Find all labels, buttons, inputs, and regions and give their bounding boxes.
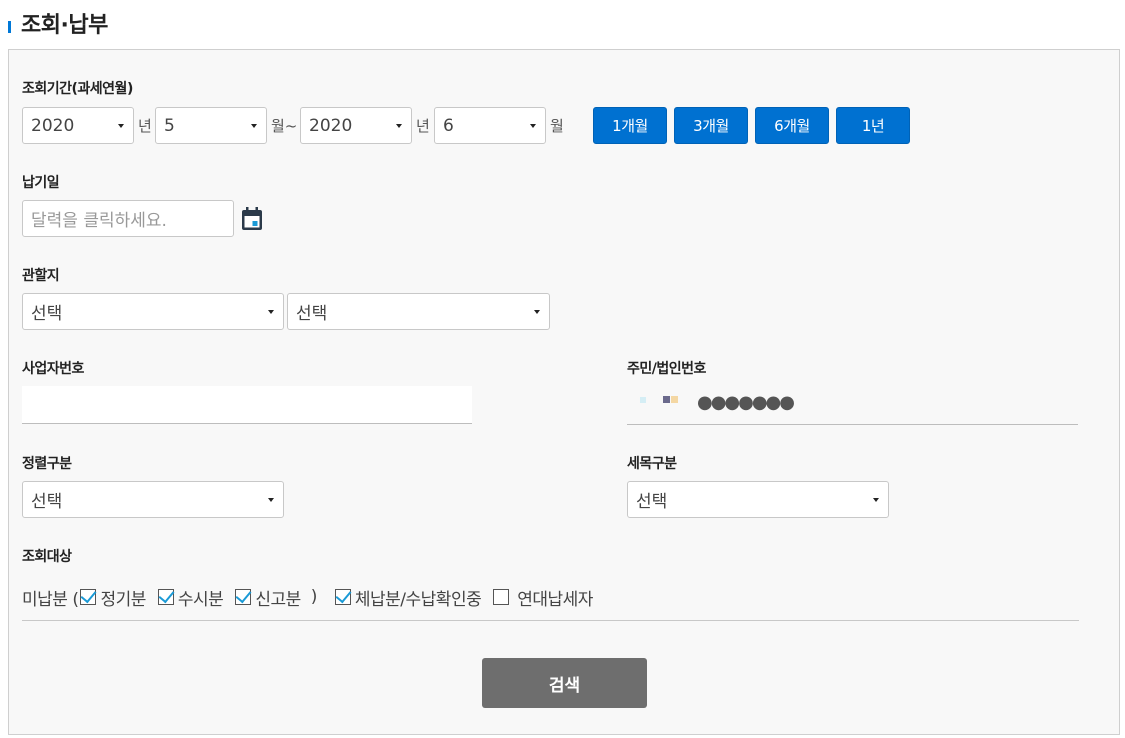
search-panel: 조회기간(과세연월) 2020 년 5 월~ 2020 년 6 월 1개월 3개… (8, 49, 1120, 735)
checkbox-checked-icon (80, 589, 97, 605)
declared-checkbox[interactable]: 신고분 (235, 585, 301, 610)
period-6month-button[interactable]: 6개월 (755, 107, 829, 144)
tax-item-value: 선택 (636, 492, 668, 512)
arrears-label: 체납분/수납확인중 (354, 589, 482, 610)
chevron-down-icon (251, 124, 257, 128)
end-year-unit: 년 (416, 117, 430, 135)
declared-label: 신고분 (255, 589, 301, 610)
start-year-value: 2020 (31, 115, 75, 136)
masked-input-glyph (671, 396, 678, 403)
resident-number-label: 주민/법인번호 (627, 361, 706, 377)
period-1year-button[interactable]: 1년 (836, 107, 910, 144)
target-checkbox-row: 미납분 ( 정기분 수시분 신고분 ) 체납분/수납확인중 연대납세자 (22, 585, 593, 610)
end-month-select[interactable]: 6 (434, 107, 546, 144)
start-year-select[interactable]: 2020 (22, 107, 134, 144)
divider (22, 620, 1079, 621)
jurisdiction-city-value: 선택 (31, 304, 63, 324)
chevron-down-icon (534, 310, 540, 314)
period-label: 조회기간(과세연월) (22, 81, 133, 97)
business-number-input[interactable] (22, 386, 472, 424)
masked-input-glyph (663, 396, 670, 403)
checkbox-checked-icon (334, 589, 351, 605)
checkbox-checked-icon (235, 589, 252, 605)
search-button[interactable]: 검색 (482, 658, 647, 708)
resident-number-input[interactable]: ●●●●●●● (627, 385, 1078, 425)
chevron-down-icon (118, 124, 124, 128)
start-year-unit: 년 (138, 117, 152, 135)
page-title-bar: 조회·납부 (8, 8, 108, 38)
payment-date-label: 납기일 (22, 175, 60, 191)
tax-item-label: 세목구분 (627, 456, 677, 472)
chevron-down-icon (530, 124, 536, 128)
regular-label: 정기분 (100, 589, 146, 610)
start-month-select[interactable]: 5 (155, 107, 267, 144)
title-accent-bar (8, 21, 11, 33)
jurisdiction-label: 관할지 (22, 268, 60, 284)
sort-label: 정렬구분 (22, 456, 72, 472)
end-year-value: 2020 (309, 115, 353, 136)
business-number-label: 사업자번호 (22, 361, 84, 377)
chevron-down-icon (268, 310, 274, 314)
end-month-value: 6 (443, 115, 454, 136)
jurisdiction-district-select[interactable]: 선택 (287, 293, 550, 330)
target-label: 조회대상 (22, 549, 72, 565)
occasional-label: 수시분 (177, 589, 224, 610)
chevron-down-icon (873, 498, 879, 502)
jurisdiction-district-value: 선택 (296, 304, 328, 324)
period-3month-button[interactable]: 3개월 (674, 107, 748, 144)
joint-taxpayer-label: 연대납세자 (517, 589, 593, 610)
jurisdiction-city-select[interactable]: 선택 (22, 293, 284, 330)
period-1month-button[interactable]: 1개월 (593, 107, 667, 144)
start-month-unit: 월~ (271, 117, 298, 135)
page-title: 조회·납부 (21, 13, 108, 38)
end-year-select[interactable]: 2020 (300, 107, 412, 144)
end-month-unit: 월 (550, 117, 564, 135)
start-month-value: 5 (164, 115, 175, 136)
payment-date-input[interactable]: 달력을 클릭하세요. (22, 200, 234, 237)
checkbox-unchecked-icon (493, 589, 510, 605)
calendar-icon[interactable] (241, 207, 263, 231)
regular-checkbox[interactable]: 정기분 (80, 585, 146, 610)
unpaid-prefix: 미납분 ( (22, 589, 79, 610)
joint-taxpayer-checkbox[interactable]: 연대납세자 (493, 585, 593, 610)
tax-item-select[interactable]: 선택 (627, 481, 889, 518)
masked-resident-number: ●●●●●●● (697, 392, 795, 413)
masked-input-glyph (640, 397, 646, 403)
chevron-down-icon (396, 124, 402, 128)
arrears-checkbox[interactable]: 체납분/수납확인중 (334, 585, 482, 610)
checkbox-checked-icon (157, 589, 174, 605)
sort-value: 선택 (31, 492, 63, 512)
sort-select[interactable]: 선택 (22, 481, 284, 518)
chevron-down-icon (268, 498, 274, 502)
occasional-checkbox[interactable]: 수시분 (157, 585, 224, 610)
unpaid-suffix: ) (310, 587, 318, 607)
